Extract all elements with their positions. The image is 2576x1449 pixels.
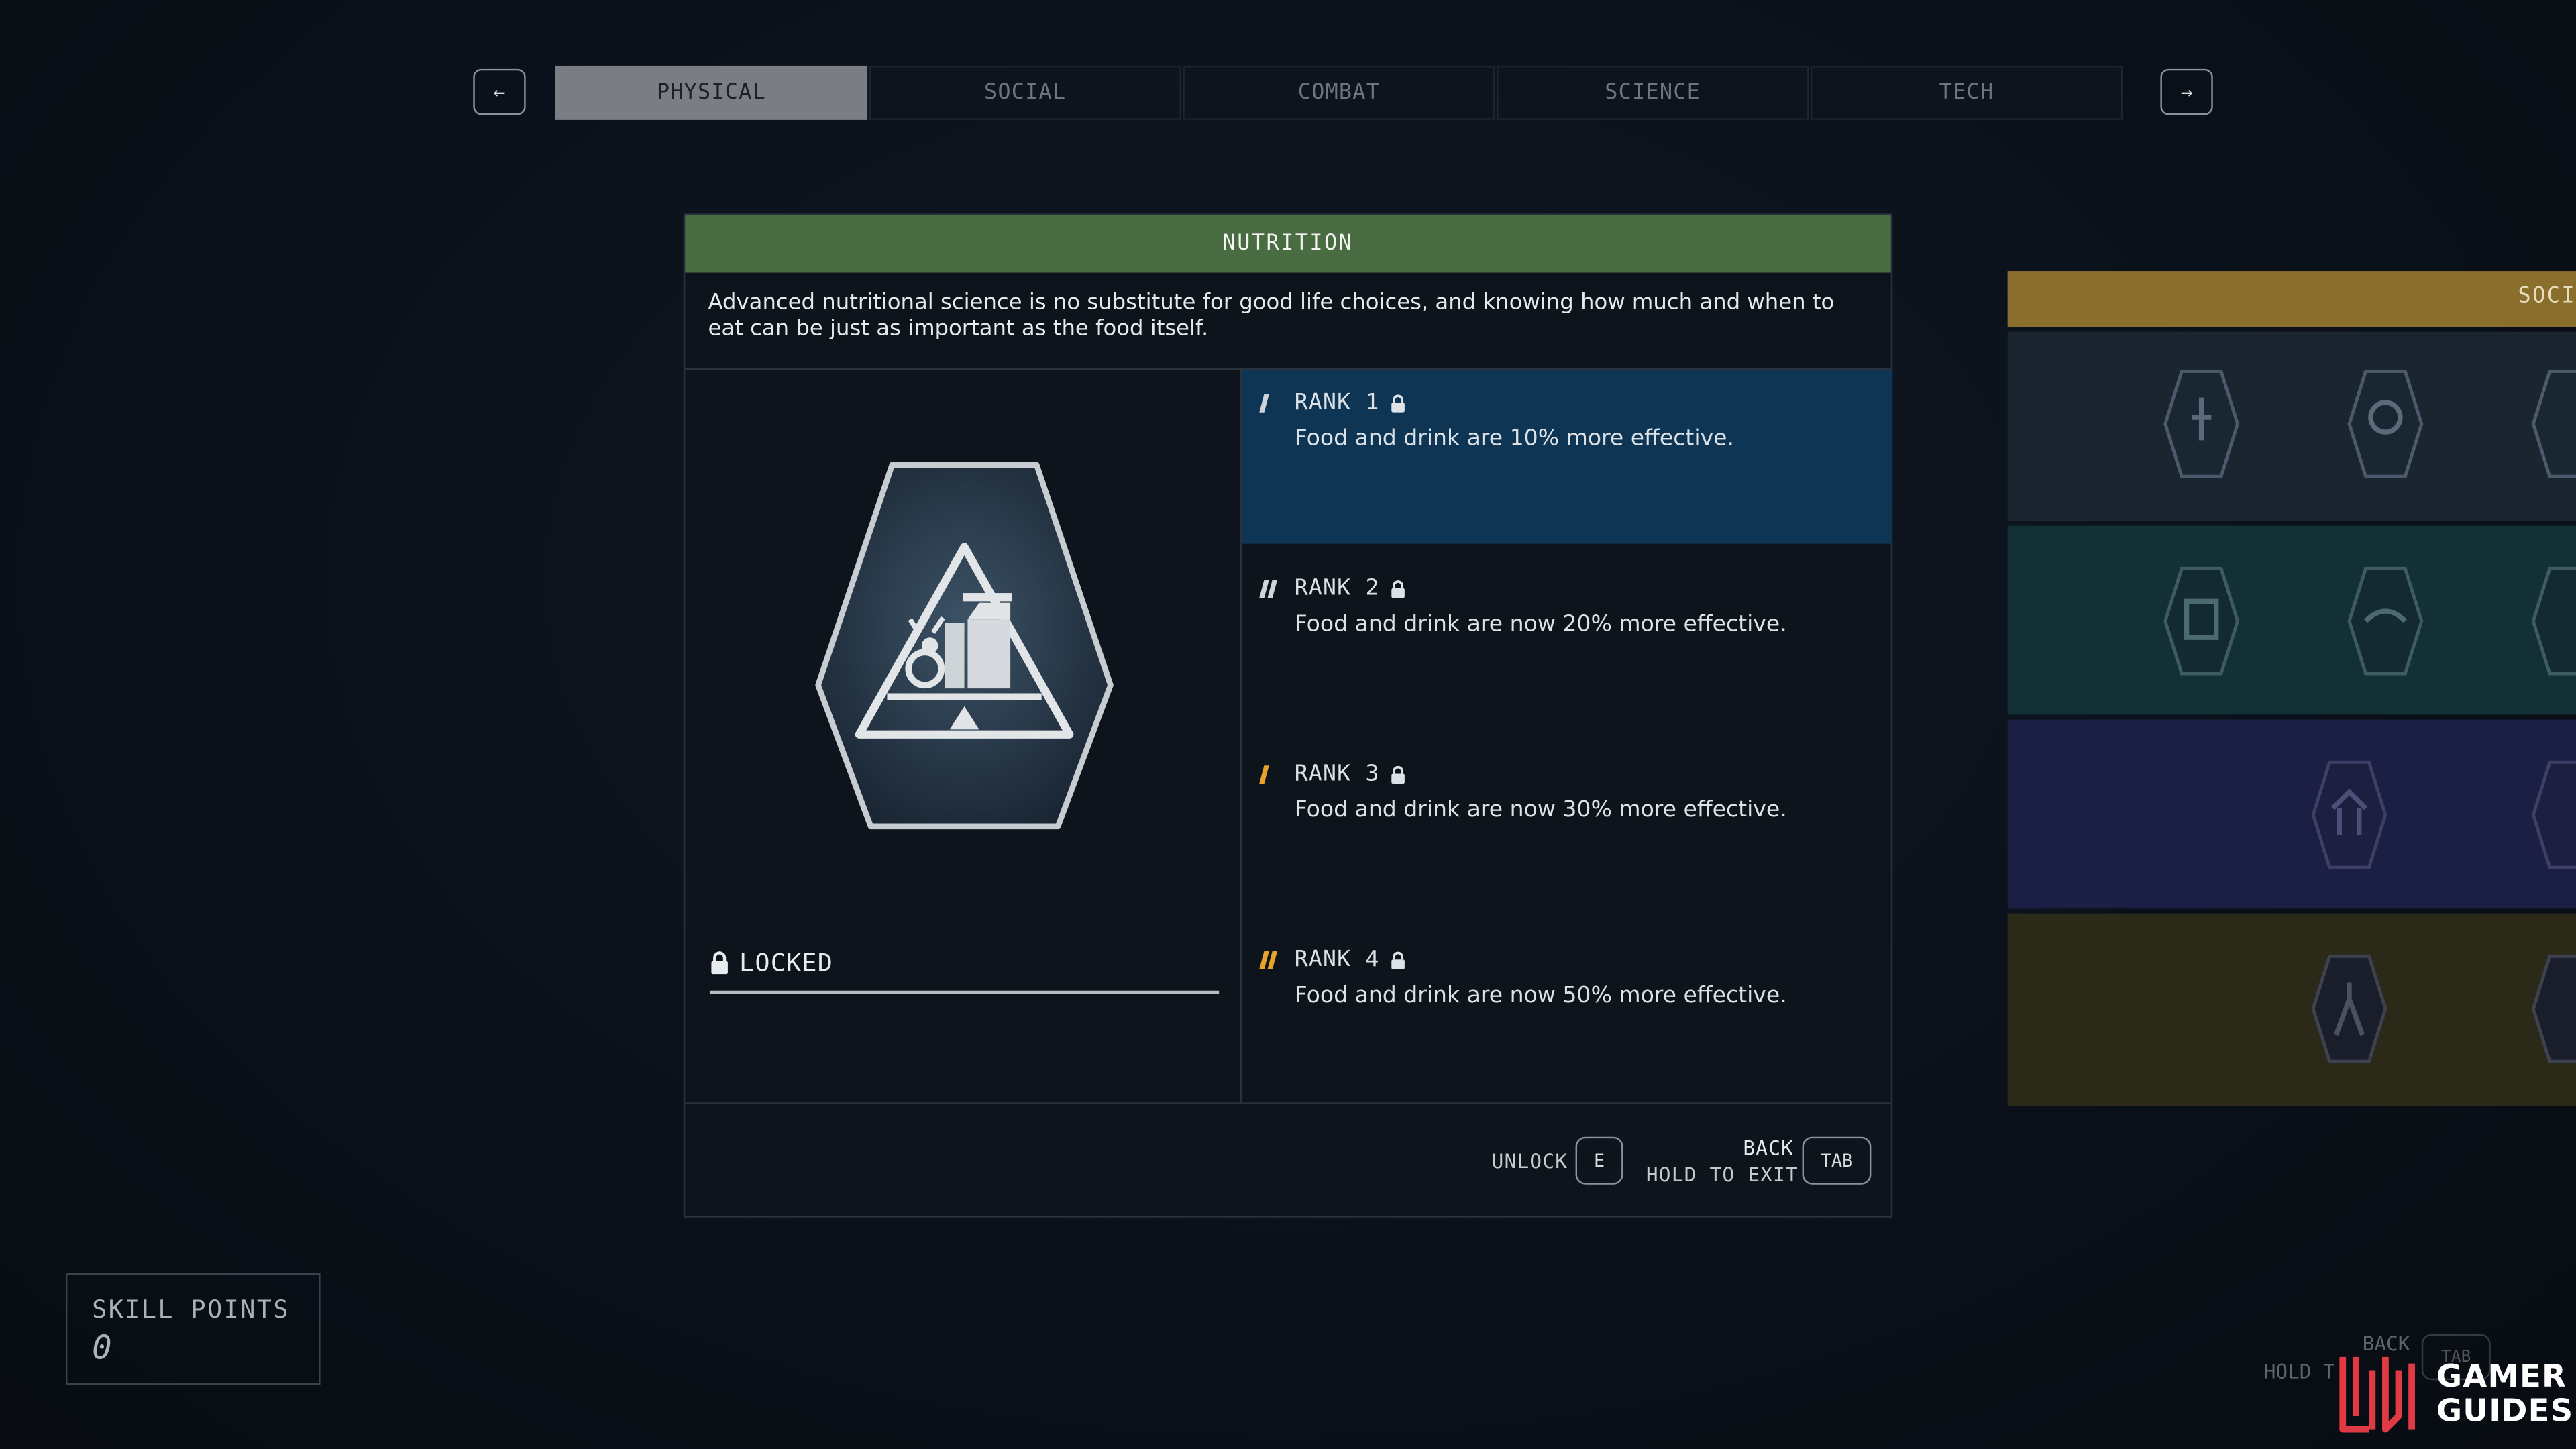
rank-progress-bar <box>709 990 1220 994</box>
rank-4-row[interactable]: RANK 4 Food and drink are now 50% more e… <box>1242 926 1892 1112</box>
skill-hex-icon[interactable] <box>2162 565 2241 677</box>
tab-combat[interactable]: COMBAT <box>1183 65 1495 120</box>
lock-status-label: LOCKED <box>739 948 834 978</box>
rank-3-title: RANK 3 <box>1294 760 1380 788</box>
rank-tier-2-icon <box>1259 579 1285 598</box>
rank-4-title-row: RANK 4 <box>1259 946 1406 973</box>
back-label: BACK <box>1743 1136 1794 1160</box>
skill-hex-icon[interactable] <box>2310 759 2389 871</box>
rank-4-description: Food and drink are now 50% more effectiv… <box>1294 982 1787 1009</box>
skill-detail-panel: NUTRITION Advanced nutritional science i… <box>683 213 1893 1218</box>
skill-points-box: SKILL POINTS 0 <box>65 1273 321 1385</box>
skill-tree-row <box>2007 913 2576 1106</box>
skill-hex-icon[interactable] <box>2530 565 2576 677</box>
rank-4-title: RANK 4 <box>1294 946 1380 973</box>
watermark-line1: GAMER <box>2436 1358 2567 1395</box>
skill-tree-row <box>2007 525 2576 715</box>
lock-status: LOCKED <box>710 948 833 977</box>
rank-1-description: Food and drink are 10% more effective. <box>1294 425 1735 452</box>
skill-tree-row <box>2007 331 2576 521</box>
rank-1-title-row: RANK 1 <box>1259 389 1406 416</box>
social-tree-header-label: SOCI <box>2518 284 2576 309</box>
skill-hex-icon[interactable] <box>2310 953 2389 1065</box>
rank-tier-3-icon <box>1259 765 1285 783</box>
lock-icon <box>711 951 728 975</box>
skill-title: NUTRITION <box>685 215 1891 273</box>
rank-1-row[interactable]: RANK 1 Food and drink are 10% more effec… <box>1242 370 1893 544</box>
watermark-line2: GUIDES <box>2436 1393 2574 1430</box>
category-tabs: PHYSICAL SOCIAL COMBAT SCIENCE TECH <box>555 65 2123 120</box>
skill-description: Advanced nutritional science is no subst… <box>708 290 1835 342</box>
lock-icon <box>1391 951 1405 969</box>
rank-tier-1-icon <box>1259 393 1285 412</box>
tab-physical[interactable]: PHYSICAL <box>555 65 868 120</box>
rank-3-description: Food and drink are now 30% more effectiv… <box>1294 796 1787 823</box>
lock-icon <box>1391 579 1405 598</box>
rank-3-row[interactable]: RANK 3 Food and drink are now 30% more e… <box>1242 741 1892 926</box>
rank-tier-4-icon <box>1259 950 1285 969</box>
arrow-left-icon: ← <box>493 80 506 104</box>
rank-2-title: RANK 2 <box>1294 575 1380 602</box>
social-tree-header: SOCI <box>2007 271 2576 327</box>
tab-science[interactable]: SCIENCE <box>1497 65 1809 120</box>
rank-2-row[interactable]: RANK 2 Food and drink are now 20% more e… <box>1242 555 1892 741</box>
rank-3-title-row: RANK 3 <box>1259 760 1406 788</box>
tab-social[interactable]: SOCIAL <box>869 65 1181 120</box>
skill-hex-icon[interactable] <box>2530 759 2576 871</box>
skill-hex-icon[interactable] <box>2346 368 2425 480</box>
lock-icon <box>1391 394 1405 412</box>
rank-2-title-row: RANK 2 <box>1259 575 1406 602</box>
rank-2-description: Food and drink are now 20% more effectiv… <box>1294 611 1787 638</box>
back-key-button[interactable]: TAB <box>1802 1136 1872 1185</box>
unlock-key-button[interactable]: E <box>1575 1136 1623 1185</box>
skill-hex-icon[interactable] <box>2530 953 2576 1065</box>
skill-hex-icon[interactable] <box>2346 565 2425 677</box>
unlock-label: UNLOCK <box>1491 1150 1568 1173</box>
tab-tech[interactable]: TECH <box>1810 65 2123 120</box>
skill-hex-icon[interactable] <box>2162 368 2241 480</box>
gamer-guides-logo-icon <box>2339 1356 2416 1433</box>
skill-points-label: SKILL POINTS <box>92 1294 290 1324</box>
skill-tree-row <box>2007 719 2576 909</box>
skill-points-value: 0 <box>92 1327 112 1367</box>
previous-category-button[interactable]: ← <box>473 68 526 115</box>
lock-icon <box>1391 765 1405 783</box>
skills-screen: ← PHYSICAL SOCIAL COMBAT SCIENCE TECH → … <box>0 0 2576 1449</box>
arrow-right-icon: → <box>2180 80 2193 104</box>
hold-to-exit-label: HOLD TO EXIT <box>1646 1163 1799 1187</box>
rank-1-title: RANK 1 <box>1294 389 1380 416</box>
ghost-hold-label: HOLD T <box>2263 1360 2335 1384</box>
next-category-button[interactable]: → <box>2160 68 2213 115</box>
nutrition-badge-icon <box>815 462 1114 830</box>
skill-hex-icon[interactable] <box>2530 368 2576 480</box>
